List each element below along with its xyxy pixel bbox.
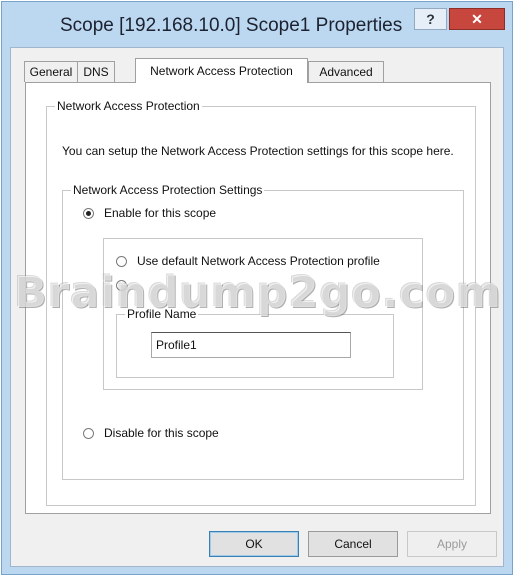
radio-unchecked-icon xyxy=(116,255,127,267)
help-button[interactable]: ? xyxy=(414,8,447,30)
dialog-window: Scope [192.168.10.0] Scope1 Properties ?… xyxy=(1,1,513,575)
nap-description: You can setup the Network Access Protect… xyxy=(62,144,454,158)
nap-group-legend: Network Access Protection xyxy=(55,99,202,113)
tab-advanced[interactable]: Advanced xyxy=(308,61,384,82)
profile-name-legend: Profile Name xyxy=(125,307,199,321)
use-default-profile-label: Use default Network Access Protection pr… xyxy=(137,254,380,268)
enable-for-scope-label: Enable for this scope xyxy=(104,206,217,220)
ok-button[interactable]: OK xyxy=(209,531,299,557)
radio-checked-icon xyxy=(83,207,94,219)
tab-dns[interactable]: DNS xyxy=(77,61,115,82)
nap-settings-groupbox: Network Access Protection Settings Enabl… xyxy=(62,183,464,480)
tab-network-access-protection[interactable]: Network Access Protection xyxy=(135,58,308,83)
enable-for-scope-radio[interactable]: Enable for this scope xyxy=(83,206,216,220)
nap-groupbox: Network Access Protection You can setup … xyxy=(46,99,476,506)
radio-unchecked-icon xyxy=(116,280,127,291)
use-default-profile-radio[interactable]: Use default Network Access Protection pr… xyxy=(116,254,380,268)
tab-general[interactable]: General xyxy=(24,61,78,82)
use-custom-profile-radio[interactable] xyxy=(116,280,137,291)
radio-unchecked-icon xyxy=(83,427,94,439)
profile-name-input[interactable] xyxy=(151,332,351,358)
disable-for-scope-label: Disable for this scope xyxy=(104,426,219,440)
tab-panel: Network Access Protection You can setup … xyxy=(25,82,491,514)
close-icon: ✕ xyxy=(471,10,483,27)
apply-button[interactable]: Apply xyxy=(407,531,497,557)
dialog-client-area: General DNS Network Access Protection Ad… xyxy=(10,47,504,567)
close-button[interactable]: ✕ xyxy=(449,8,505,30)
profile-options-box: Use default Network Access Protection pr… xyxy=(103,238,423,390)
title-bar[interactable]: Scope [192.168.10.0] Scope1 Properties ?… xyxy=(2,2,512,46)
cancel-button[interactable]: Cancel xyxy=(308,531,398,557)
profile-name-groupbox: Profile Name xyxy=(116,307,394,378)
disable-for-scope-radio[interactable]: Disable for this scope xyxy=(83,426,219,440)
nap-settings-legend: Network Access Protection Settings xyxy=(71,183,265,197)
window-title: Scope [192.168.10.0] Scope1 Properties xyxy=(60,15,403,36)
